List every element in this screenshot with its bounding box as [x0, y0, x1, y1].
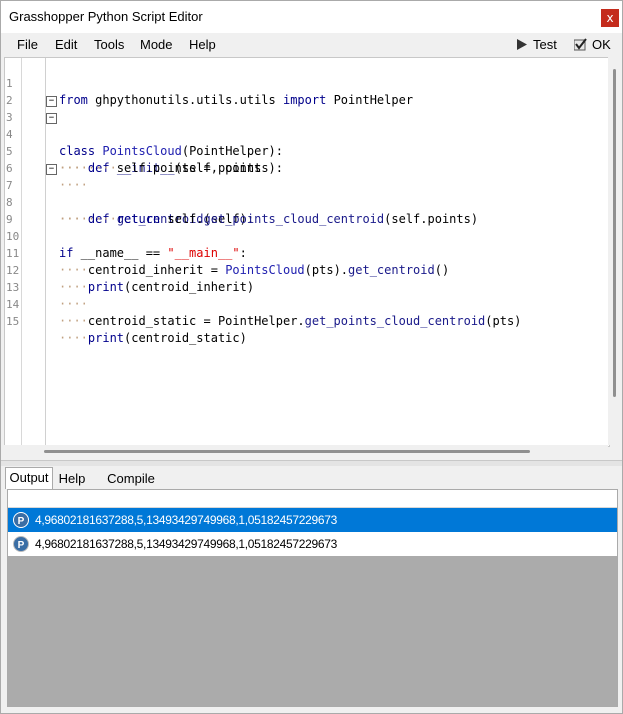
ok-button-label: OK: [592, 37, 611, 52]
output-row-selected[interactable]: P 4,96802181637288,5,13493429749968,1,05…: [8, 508, 617, 532]
line-number: 15: [6, 315, 20, 328]
vertical-scroll-thumb[interactable]: [613, 69, 616, 397]
menu-bar: File Edit Tools Mode Help Test OK: [1, 33, 622, 55]
token: ····: [59, 314, 88, 328]
menu-help[interactable]: Help: [189, 37, 216, 52]
code-line: 12 ····print(centroid_inherit): [5, 245, 605, 294]
code-line: 6 ····: [5, 143, 605, 192]
close-button[interactable]: x: [601, 9, 619, 27]
panel-splitter[interactable]: [1, 460, 622, 466]
menu-file[interactable]: File: [17, 37, 38, 52]
bottom-tabs: Output Help Compile: [3, 467, 620, 489]
code-line: 11 ····centroid_inherit = PointsCloud(pt…: [5, 228, 605, 277]
test-button[interactable]: Test: [511, 35, 557, 54]
code-line: 4 − ····def __init__(self, points):: [5, 109, 605, 175]
code-line: 9: [5, 194, 605, 226]
code-line: 3 − class PointsCloud(PointHelper):: [5, 92, 605, 158]
token: centroid_static = PointHelper.: [87, 314, 305, 328]
code-line: 5 ········self.points = points: [5, 126, 605, 175]
fold-toggle-icon[interactable]: −: [46, 113, 57, 124]
output-text: 4,96802181637288,5,13493429749968,1,0518…: [35, 513, 337, 527]
code-line: 2: [5, 75, 605, 107]
menu-mode[interactable]: Mode: [140, 37, 173, 52]
tab-output[interactable]: Output: [5, 467, 53, 489]
menu-tools[interactable]: Tools: [94, 37, 124, 52]
menu-edit[interactable]: Edit: [55, 37, 77, 52]
python-icon: P: [13, 536, 29, 552]
ok-button[interactable]: OK: [570, 35, 611, 54]
token: (pts): [485, 314, 522, 328]
output-row[interactable]: P 4,96802181637288,5,13493429749968,1,05…: [8, 532, 617, 556]
token: print: [87, 331, 125, 345]
code-line: 13 ····: [5, 262, 605, 311]
code-line: 14 ····centroid_static = PointHelper.get…: [5, 279, 605, 328]
horizontal-scrollbar[interactable]: [4, 445, 608, 459]
code-editor[interactable]: 1 from ghpythonutils.utils.utils import …: [4, 57, 610, 447]
output-text: 4,96802181637288,5,13493429749968,1,0518…: [35, 537, 337, 551]
vertical-scrollbar[interactable]: [608, 57, 622, 445]
output-header: [8, 490, 617, 508]
code-line: 15 ····print(centroid_static): [5, 296, 605, 345]
token: ····: [59, 331, 88, 345]
svg-text:P: P: [18, 540, 25, 551]
test-button-label: Test: [533, 37, 557, 52]
token: (centroid_static): [124, 331, 247, 345]
code-line: 7 − ····def get_centroid(self):: [5, 160, 605, 226]
window-title: Grasshopper Python Script Editor: [9, 9, 203, 24]
editor-window: Grasshopper Python Script Editor x File …: [0, 0, 623, 714]
title-bar: Grasshopper Python Script Editor x: [1, 1, 622, 33]
fold-toggle-icon[interactable]: −: [46, 96, 57, 107]
code-line: 8 ········return self.get_points_cloud_c…: [5, 177, 605, 226]
svg-text:P: P: [18, 516, 25, 527]
tab-help[interactable]: Help: [55, 469, 89, 488]
python-icon: P: [13, 512, 29, 528]
code-line: 10 if __name__ == "__main__":: [5, 211, 605, 260]
code-line: 1 from ghpythonutils.utils.utils import …: [5, 58, 605, 107]
checkmark-icon: [574, 38, 587, 51]
token: get_points_cloud_centroid: [304, 314, 486, 328]
fold-toggle-icon[interactable]: −: [46, 164, 57, 175]
play-icon: [517, 39, 527, 50]
tab-compile[interactable]: Compile: [103, 469, 159, 488]
horizontal-scroll-thumb[interactable]: [44, 450, 530, 453]
output-panel: P 4,96802181637288,5,13493429749968,1,05…: [7, 489, 618, 707]
